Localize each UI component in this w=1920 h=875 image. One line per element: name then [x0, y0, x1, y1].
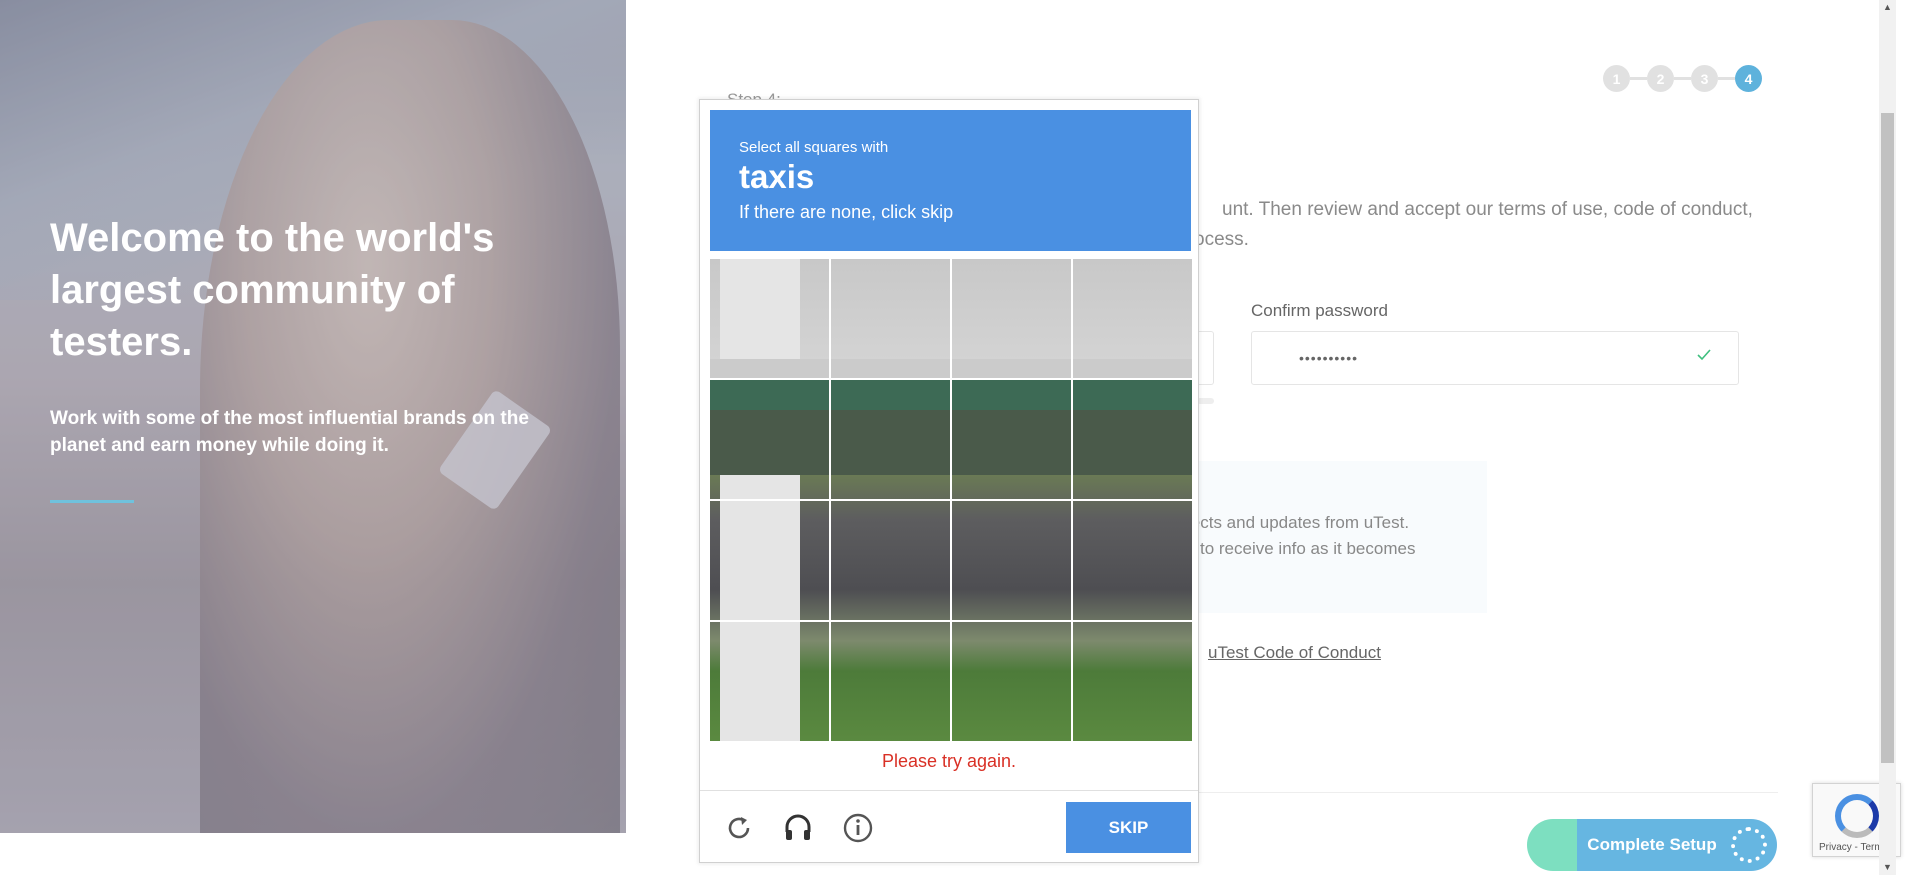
password-strength-bar — [1197, 398, 1214, 404]
page-scrollbar[interactable]: ▲ ▼ — [1879, 0, 1896, 875]
form-intro-line2: ocess. — [1194, 229, 1249, 250]
captcha-tile[interactable] — [710, 622, 829, 741]
footer-divider — [1180, 792, 1778, 793]
step-connector — [1718, 77, 1735, 80]
step-2: 2 — [1647, 65, 1674, 92]
hero-accent-bar — [50, 500, 134, 503]
scrollbar-thumb[interactable] — [1881, 113, 1894, 763]
hero-subtitle: Work with some of the most influential b… — [50, 408, 529, 456]
captcha-tile-image — [710, 501, 829, 620]
captcha-tile-image — [831, 380, 950, 499]
step-connector — [1674, 77, 1691, 80]
captcha-tile-image — [1073, 380, 1192, 499]
captcha-tile-image — [1073, 501, 1192, 620]
step-3: 3 — [1691, 65, 1718, 92]
complete-setup-label: Complete Setup — [1587, 835, 1717, 854]
step-connector — [1630, 77, 1647, 80]
captcha-tile[interactable] — [1073, 259, 1192, 378]
confirm-password-input[interactable]: •••••••••• — [1251, 331, 1739, 385]
captcha-tile-image — [710, 259, 829, 378]
info-line2: to receive info as it becomes — [1200, 539, 1416, 558]
reload-icon[interactable] — [719, 808, 759, 848]
captcha-instruction: Select all squares with — [739, 139, 889, 156]
captcha-tile[interactable] — [1073, 622, 1192, 741]
captcha-tile[interactable] — [952, 380, 1071, 499]
hero-panel: Welcome to the world's largest community… — [0, 0, 626, 833]
form-intro-line1: unt. Then review and accept our terms of… — [1222, 199, 1753, 220]
captcha-tile[interactable] — [710, 259, 829, 378]
complete-setup-button[interactable]: Complete Setup — [1527, 819, 1777, 871]
captcha-tile[interactable] — [831, 501, 950, 620]
captcha-footer-divider — [700, 790, 1198, 791]
captcha-tile[interactable] — [831, 380, 950, 499]
captcha-tile-image — [710, 380, 829, 499]
captcha-tile-image — [952, 380, 1071, 499]
info-icon[interactable] — [838, 808, 878, 848]
captcha-tile[interactable] — [710, 380, 829, 499]
scroll-down-icon[interactable]: ▼ — [1883, 862, 1892, 872]
captcha-tile-grid — [710, 259, 1192, 741]
captcha-tile-image — [831, 501, 950, 620]
captcha-tile-image — [952, 259, 1071, 378]
captcha-tile[interactable] — [952, 259, 1071, 378]
step-4: 4 — [1735, 65, 1762, 92]
captcha-tile[interactable] — [831, 259, 950, 378]
checkmark-icon — [1696, 346, 1712, 369]
captcha-tile-image — [831, 622, 950, 741]
captcha-error-message: Please try again. — [881, 751, 1017, 771]
captcha-dialog: Select all squares with taxis If there a… — [699, 99, 1199, 863]
captcha-tile[interactable] — [710, 501, 829, 620]
step-indicator: 1 2 3 4 — [1603, 65, 1762, 92]
captcha-target: taxis — [739, 158, 815, 195]
recaptcha-terms[interactable]: Privacy - Terms — [1819, 842, 1888, 853]
confirm-password-value: •••••••••• — [1299, 350, 1359, 366]
audio-challenge-icon[interactable] — [778, 808, 818, 848]
captcha-tile-image — [831, 259, 950, 378]
confirm-password-label: Confirm password — [1251, 301, 1388, 320]
info-line1: jects and updates from uTest. — [1187, 513, 1410, 532]
captcha-tile[interactable] — [952, 622, 1071, 741]
captcha-tile[interactable] — [831, 622, 950, 741]
captcha-header: Select all squares with taxis If there a… — [710, 110, 1191, 251]
loading-spinner-icon — [1731, 827, 1767, 863]
captcha-hint: If there are none, click skip — [739, 202, 954, 222]
hero-title: Welcome to the world's largest community… — [50, 216, 495, 364]
captcha-tile[interactable] — [1073, 501, 1192, 620]
captcha-tile-image — [952, 501, 1071, 620]
captcha-tile[interactable] — [1073, 380, 1192, 499]
captcha-tile[interactable] — [952, 501, 1071, 620]
captcha-tile-image — [1073, 622, 1192, 741]
info-box: jects and updates from uTest. to receive… — [1180, 461, 1487, 613]
scroll-up-icon[interactable]: ▲ — [1883, 2, 1892, 12]
code-of-conduct-link[interactable]: uTest Code of Conduct — [1208, 643, 1381, 663]
step-1: 1 — [1603, 65, 1630, 92]
captcha-tile-image — [952, 622, 1071, 741]
skip-button[interactable]: SKIP — [1066, 802, 1191, 853]
captcha-tile-image — [710, 622, 829, 741]
recaptcha-logo-icon — [1835, 794, 1879, 838]
captcha-tile-image — [1073, 259, 1192, 378]
